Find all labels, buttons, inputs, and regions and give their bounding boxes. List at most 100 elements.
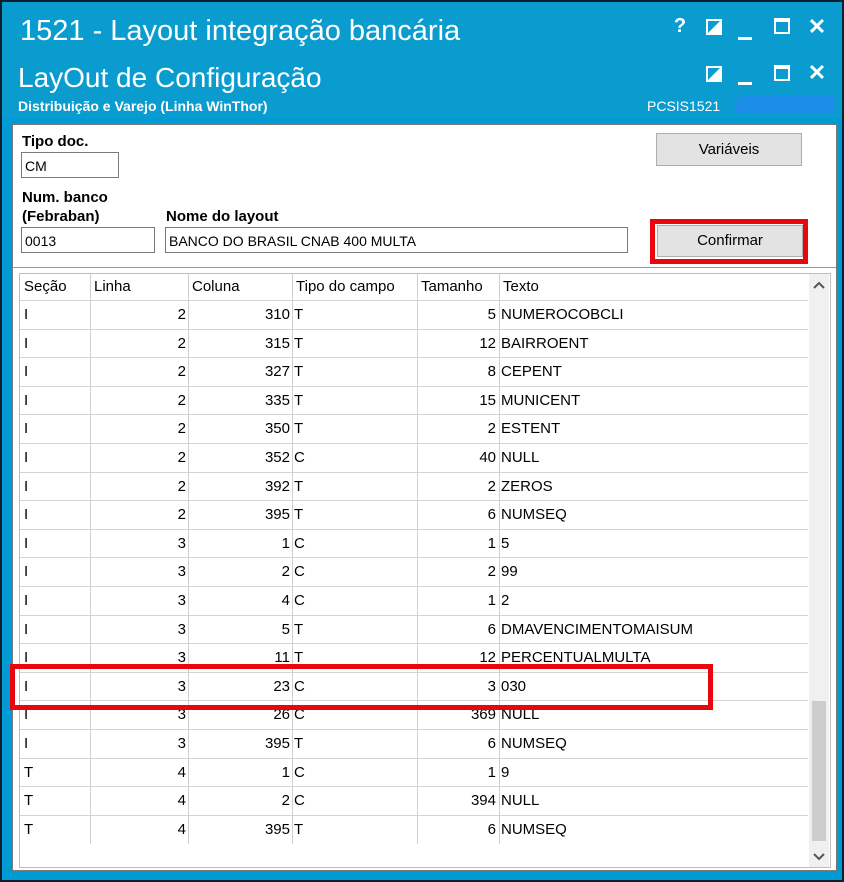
cell-texto: MUNICENT: [501, 391, 581, 409]
cell-linha: 4: [177, 792, 186, 810]
cell-texto: ZEROS: [501, 477, 553, 495]
table-row[interactable]: T41C19: [20, 757, 808, 787]
vertical-scrollbar[interactable]: [809, 274, 829, 867]
cell-linha: 2: [177, 391, 186, 409]
table-row[interactable]: I 2 350 T 2 ESTENT: [20, 414, 808, 443]
cell-texto: CEPENT: [501, 363, 562, 381]
restore-icon[interactable]: [706, 19, 722, 35]
cell-tipo: C: [294, 592, 305, 609]
table-row[interactable]: I 2 310 T 5 NUMEROCOBCLI: [20, 300, 808, 329]
cell-tamanho: 15: [479, 391, 496, 409]
cell-texto: 99: [501, 563, 518, 581]
maximize-icon[interactable]: [774, 18, 790, 34]
cell-coluna: 1: [281, 763, 290, 781]
cell-linha: 2: [177, 363, 186, 381]
cell-tamanho: 1: [487, 592, 496, 609]
num-banco-input[interactable]: 0013: [21, 227, 155, 253]
cell-tamanho: 12: [479, 334, 496, 352]
cell-coluna: 352: [264, 449, 290, 466]
table-row[interactable]: I 3 395 T 6 NUMSEQ: [20, 729, 808, 758]
cell-coluna: 395: [264, 506, 290, 524]
table-row[interactable]: I 3 4C 12: [20, 586, 808, 615]
cell-coluna: 2: [281, 792, 290, 810]
cell-coluna: 310: [264, 306, 290, 323]
window-title: 1521 - Layout integração bancária: [20, 15, 461, 47]
subwindow-restore-icon[interactable]: [706, 66, 722, 82]
column-header-coluna[interactable]: Coluna: [192, 278, 240, 295]
cell-texto: NUMSEQ: [501, 506, 567, 524]
table-row[interactable]: I 2 327 T 8 CEPENT: [20, 357, 808, 386]
cell-tamanho: 6: [487, 820, 496, 838]
minimize-icon[interactable]: [738, 37, 752, 40]
cell-secao: I: [24, 620, 29, 638]
subwindow-maximize-icon[interactable]: [774, 65, 790, 81]
num-banco-label: Num. banco: [22, 189, 108, 206]
table-row[interactable]: T 4 2 C 394 NULL: [20, 786, 808, 815]
cell-linha: 3: [177, 534, 186, 552]
program-code: PCSIS1521: [647, 98, 721, 114]
cell-linha: 3: [177, 620, 186, 638]
confirmar-highlight: [650, 219, 808, 264]
scroll-up-icon[interactable]: [813, 280, 825, 292]
scroll-down-icon[interactable]: [813, 848, 825, 866]
cell-coluna: 335: [264, 391, 290, 409]
close-icon[interactable]: ✕: [806, 14, 828, 40]
cell-secao: I: [24, 477, 29, 495]
table-row[interactable]: I 2 395 T 6 NUMSEQ: [20, 500, 808, 529]
cell-tipo: T: [294, 334, 304, 352]
cell-tamanho: 2: [487, 420, 496, 438]
table-row[interactable]: I 2 335 T 15 MUNICENT: [20, 385, 808, 415]
cell-linha: 2: [177, 449, 186, 466]
subwindow-close-icon[interactable]: ✕: [806, 60, 828, 86]
cell-coluna: 395: [264, 735, 290, 752]
cell-coluna: 5: [281, 620, 290, 638]
cell-coluna: 2: [281, 563, 290, 581]
cell-tamanho: 6: [487, 506, 496, 524]
separator: [13, 267, 836, 268]
cell-tipo: T: [294, 477, 304, 495]
cell-coluna: 350: [264, 420, 290, 438]
cell-tipo: T: [294, 820, 304, 838]
table-row[interactable]: I 2 315 T 12 BAIRROENT: [20, 328, 808, 358]
cell-coluna: 392: [264, 477, 290, 495]
column-header-tipo-campo[interactable]: Tipo do campo: [296, 278, 395, 295]
scroll-thumb[interactable]: [812, 701, 826, 841]
cell-tipo: T: [294, 506, 304, 524]
table-row[interactable]: T 4 395 T 6 NUMSEQ: [20, 814, 808, 844]
cell-texto: NULL: [501, 792, 540, 810]
cell-tamanho: 1: [487, 763, 496, 781]
table-row[interactable]: I 2 392 T 2 ZEROS: [20, 471, 808, 501]
column-header-texto[interactable]: Texto: [503, 278, 539, 295]
cell-tamanho: 2: [487, 477, 496, 495]
cell-secao: I: [24, 592, 29, 609]
cell-secao: I: [24, 563, 29, 581]
column-header-tamanho[interactable]: Tamanho: [421, 278, 483, 295]
tipo-doc-input[interactable]: CM: [21, 152, 119, 178]
help-icon[interactable]: ?: [670, 15, 690, 38]
cell-tipo: T: [294, 363, 304, 381]
table-row[interactable]: I 3 2 C 2 99: [20, 557, 808, 586]
variaveis-button[interactable]: Variáveis: [656, 133, 802, 166]
cell-tamanho: 394: [470, 792, 496, 810]
table-row[interactable]: I 3 5 T 6 DMAVENCIMENTOMAISUM: [20, 614, 808, 644]
table-row[interactable]: I31C15: [20, 528, 808, 558]
cell-linha: 2: [177, 420, 186, 438]
cell-linha: 2: [177, 306, 186, 323]
cell-secao: I: [24, 391, 29, 409]
user-badge: [734, 96, 836, 114]
cell-secao: T: [24, 820, 34, 838]
table-row[interactable]: I 2 352 C 40 NULL: [20, 443, 808, 472]
cell-texto: 5: [501, 534, 510, 552]
cell-coluna: 395: [264, 820, 290, 838]
cell-coluna: 4: [281, 592, 290, 609]
cell-texto: NULL: [501, 449, 540, 466]
cell-secao: I: [24, 449, 29, 466]
cell-texto: 2: [501, 592, 510, 609]
column-header-linha[interactable]: Linha: [94, 278, 131, 295]
cell-texto: ESTENT: [501, 420, 561, 438]
column-header-secao[interactable]: Seção: [24, 278, 67, 295]
layout-table[interactable]: Seção Linha Coluna Tipo do campo Tamanho…: [19, 273, 831, 868]
cell-secao: T: [24, 763, 34, 781]
subwindow-minimize-icon[interactable]: [738, 82, 752, 85]
nome-layout-input[interactable]: BANCO DO BRASIL CNAB 400 MULTA: [165, 227, 628, 253]
